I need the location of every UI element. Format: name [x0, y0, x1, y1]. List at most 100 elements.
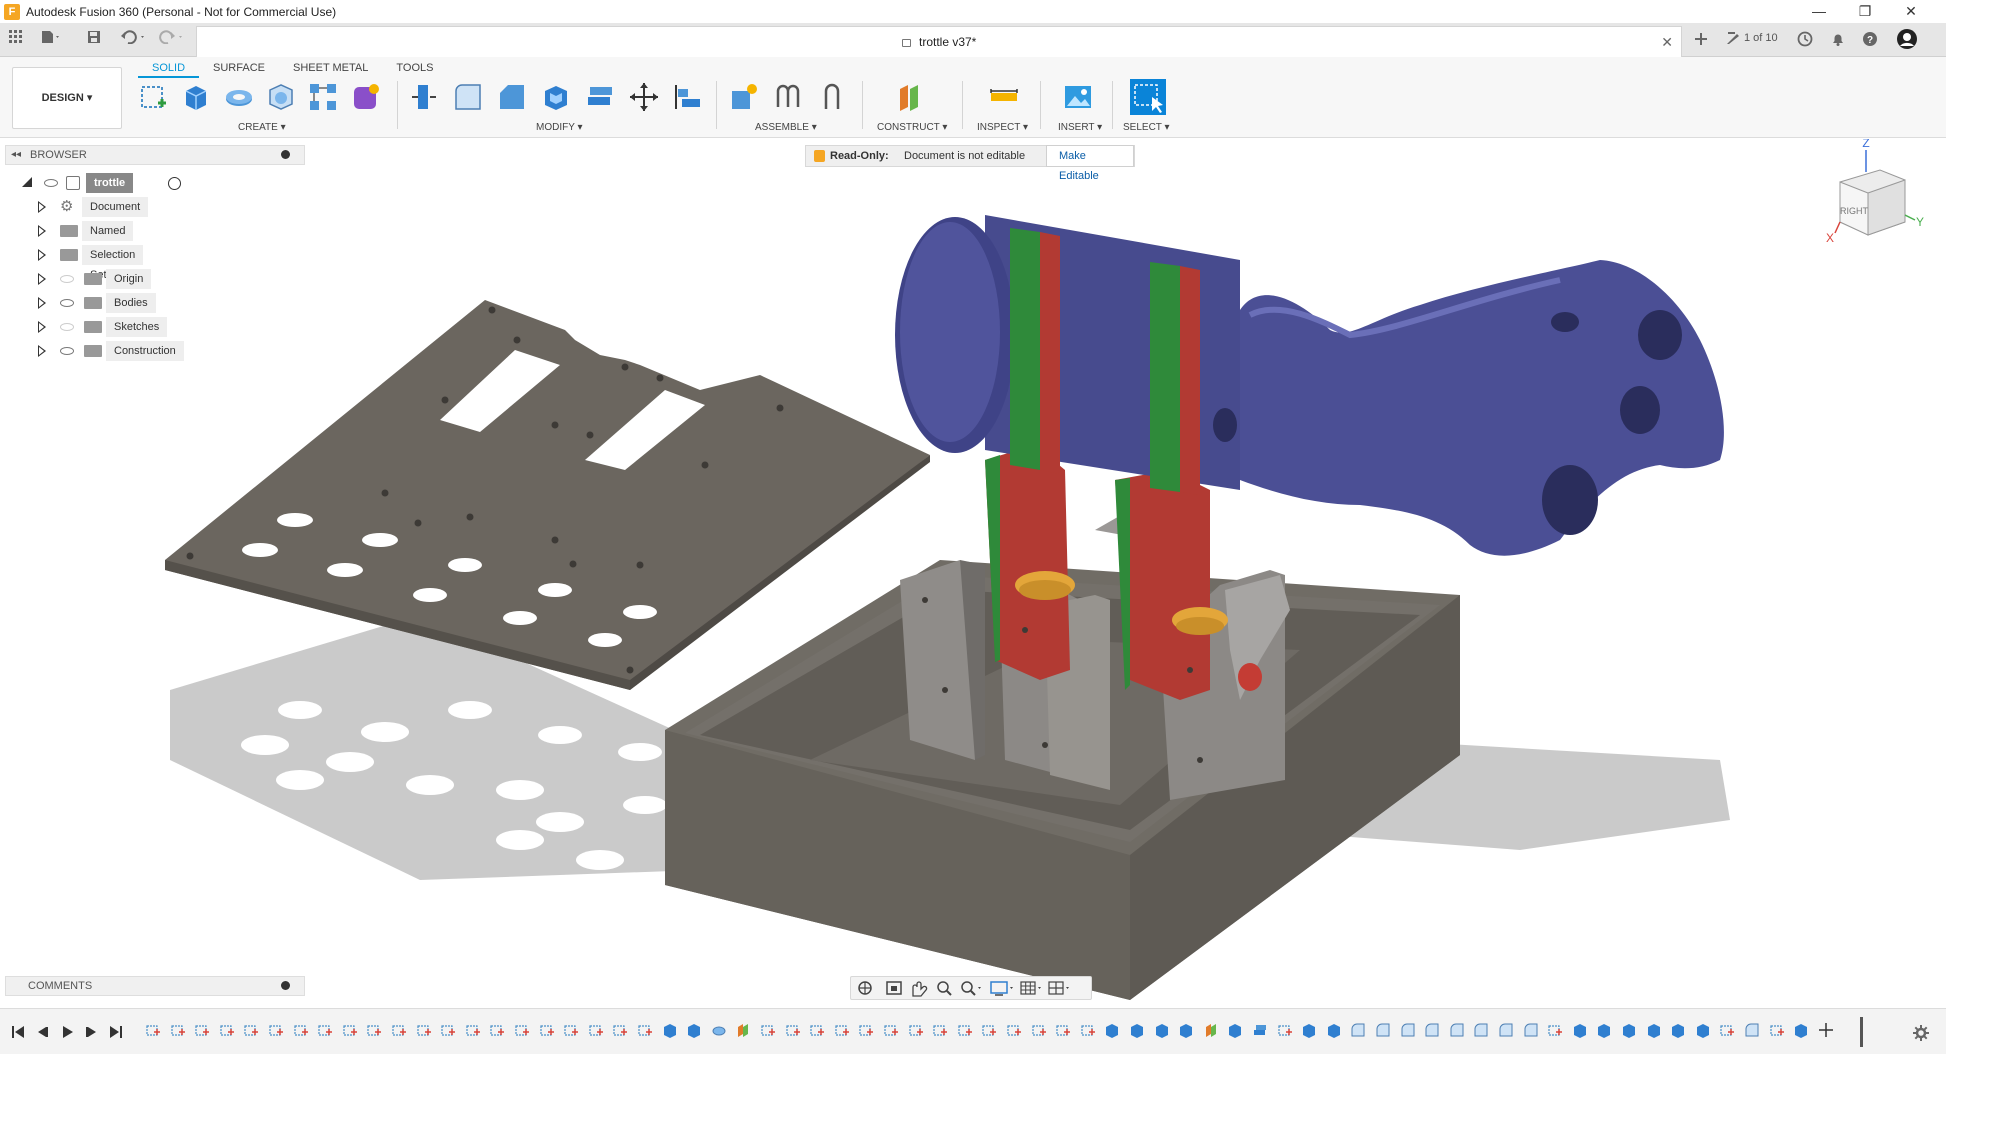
help-icon[interactable]: ?	[1862, 31, 1878, 50]
timeline-sketch-icon[interactable]	[1031, 1022, 1047, 1038]
fillet-icon[interactable]	[452, 81, 484, 113]
timeline-sketch-icon[interactable]	[465, 1022, 481, 1038]
timeline-sketch-icon[interactable]	[539, 1022, 555, 1038]
timeline-sketch-icon[interactable]	[612, 1022, 628, 1038]
extrude-icon[interactable]	[180, 81, 212, 113]
inspect-menu[interactable]: INSPECT ▾	[977, 122, 1028, 133]
timeline-sketch-icon[interactable]	[440, 1022, 456, 1038]
combine-icon[interactable]	[584, 81, 616, 113]
new-tab-icon[interactable]	[1693, 31, 1709, 50]
pattern-icon[interactable]	[307, 81, 339, 113]
timeline-marker[interactable]	[1860, 1017, 1863, 1047]
step-forward-icon[interactable]	[84, 1024, 100, 1040]
save-icon[interactable]	[86, 30, 102, 50]
shell-body-icon[interactable]	[540, 81, 572, 113]
timeline-extrude-icon[interactable]	[1104, 1022, 1120, 1038]
timeline-fillet-icon[interactable]	[1498, 1022, 1514, 1038]
timeline-fillet-icon[interactable]	[1449, 1022, 1465, 1038]
timeline-sketch-icon[interactable]	[317, 1022, 333, 1038]
timeline-extrude-icon[interactable]	[1596, 1022, 1612, 1038]
timeline-extrude-icon[interactable]	[662, 1022, 678, 1038]
expand-icon[interactable]	[38, 201, 46, 213]
timeline-sketch-icon[interactable]	[391, 1022, 407, 1038]
timeline-sketch-icon[interactable]	[145, 1022, 161, 1038]
timeline-sketch-icon[interactable]	[293, 1022, 309, 1038]
orbit-icon[interactable]	[858, 981, 872, 995]
modify-menu[interactable]: MODIFY ▾	[536, 122, 583, 133]
browser-panel-header[interactable]: ◂◂ BROWSER	[5, 145, 305, 165]
visibility-eye-icon[interactable]	[60, 299, 74, 307]
file-menu-icon[interactable]	[40, 30, 62, 50]
activate-radio-icon[interactable]	[168, 177, 181, 190]
timeline-extrude-icon[interactable]	[1227, 1022, 1243, 1038]
timeline-sketch-icon[interactable]	[1769, 1022, 1785, 1038]
measure-icon[interactable]	[988, 81, 1020, 113]
timeline-extrude-icon[interactable]	[1154, 1022, 1170, 1038]
notifications-bell-icon[interactable]	[1830, 31, 1846, 50]
timeline-extrude-icon[interactable]	[1129, 1022, 1145, 1038]
as-built-joint-icon[interactable]	[816, 81, 848, 113]
press-pull-icon[interactable]	[408, 81, 440, 113]
browser-options-icon[interactable]	[281, 150, 290, 159]
timeline-move-icon[interactable]	[1818, 1022, 1834, 1038]
viewports-icon[interactable]	[1048, 981, 1069, 995]
expand-icon[interactable]	[38, 297, 46, 309]
joint-icon[interactable]	[772, 81, 804, 113]
timeline-sketch-icon[interactable]	[514, 1022, 530, 1038]
apps-grid-icon[interactable]	[8, 30, 24, 50]
timeline-sketch-icon[interactable]	[489, 1022, 505, 1038]
timeline-sketch-icon[interactable]	[957, 1022, 973, 1038]
go-to-start-icon[interactable]	[10, 1024, 26, 1040]
insert-canvas-icon[interactable]	[1062, 81, 1094, 113]
timeline-fillet-icon[interactable]	[1350, 1022, 1366, 1038]
expand-icon[interactable]	[38, 249, 46, 261]
timeline-sketch-icon[interactable]	[809, 1022, 825, 1038]
go-to-end-icon[interactable]	[108, 1024, 124, 1040]
timeline-extrude-icon[interactable]	[1178, 1022, 1194, 1038]
look-at-icon[interactable]	[886, 981, 902, 995]
timeline-fillet-icon[interactable]	[1424, 1022, 1440, 1038]
close-tab-button[interactable]: ✕	[1661, 27, 1673, 57]
tab-sheet-metal[interactable]: SHEET METAL	[279, 60, 382, 78]
assemble-menu[interactable]: ASSEMBLE ▾	[755, 122, 817, 133]
timeline-sketch-icon[interactable]	[981, 1022, 997, 1038]
viewcube[interactable]: RIGHT Z X Y	[1826, 139, 1924, 245]
timeline-fillet-icon[interactable]	[1523, 1022, 1539, 1038]
tab-tools[interactable]: TOOLS	[382, 60, 447, 78]
timeline-revolve-icon[interactable]	[711, 1022, 727, 1038]
visibility-eye-icon[interactable]	[44, 179, 58, 187]
timeline-sketch-icon[interactable]	[1547, 1022, 1563, 1038]
timeline-extrude-icon[interactable]	[1670, 1022, 1686, 1038]
tab-solid[interactable]: SOLID	[138, 60, 200, 78]
grid-settings-icon[interactable]	[1020, 981, 1041, 995]
user-avatar[interactable]	[1896, 28, 1918, 53]
revolve-icon[interactable]	[223, 81, 255, 113]
redo-icon[interactable]	[158, 30, 188, 50]
timeline-sketch-icon[interactable]	[170, 1022, 186, 1038]
timeline-sketch-icon[interactable]	[219, 1022, 235, 1038]
timeline-sketch-icon[interactable]	[637, 1022, 653, 1038]
add-comment-icon[interactable]	[281, 981, 290, 990]
timeline-sketch-icon[interactable]	[858, 1022, 874, 1038]
visibility-eye-icon[interactable]	[60, 347, 74, 355]
timeline-sketch-icon[interactable]	[1719, 1022, 1735, 1038]
timeline-extrude-icon[interactable]	[1301, 1022, 1317, 1038]
timeline-fillet-icon[interactable]	[1400, 1022, 1416, 1038]
timeline-sketch-icon[interactable]	[416, 1022, 432, 1038]
undo-icon[interactable]	[120, 30, 150, 50]
insert-menu[interactable]: INSERT ▾	[1058, 122, 1102, 133]
shell-icon[interactable]	[265, 81, 297, 113]
comments-panel-header[interactable]: COMMENTS	[5, 976, 305, 996]
timeline-sketch-icon[interactable]	[268, 1022, 284, 1038]
minimize-button[interactable]: —	[1796, 0, 1842, 23]
timeline-sketch-icon[interactable]	[342, 1022, 358, 1038]
move-copy-icon[interactable]	[628, 81, 660, 113]
history-clock-icon[interactable]	[1797, 31, 1813, 50]
timeline-sketch-icon[interactable]	[1277, 1022, 1293, 1038]
expand-icon[interactable]	[38, 321, 46, 333]
timeline-sketch-icon[interactable]	[883, 1022, 899, 1038]
tab-surface[interactable]: SURFACE	[199, 60, 279, 78]
expand-icon[interactable]	[38, 273, 46, 285]
timeline-extrude-icon[interactable]	[1793, 1022, 1809, 1038]
expand-icon[interactable]	[38, 345, 46, 357]
